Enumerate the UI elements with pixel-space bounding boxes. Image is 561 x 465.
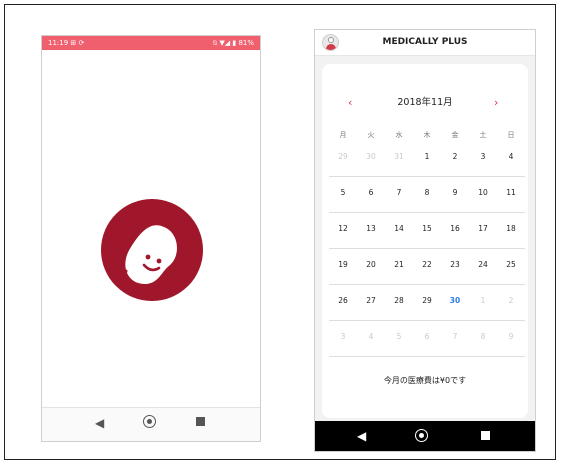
calendar-day[interactable]: 1	[469, 296, 497, 305]
status-bar: 11:19 ⊞ ⟳ ⍉ ▼◢ ▮ 81%	[42, 36, 260, 50]
calendar-week-row: 29 30 31 1 2 3 4	[329, 140, 525, 177]
calendar-day[interactable]: 3	[469, 152, 497, 161]
calendar-week-row: 3456789	[329, 320, 525, 357]
nav-bar: ◀	[315, 421, 535, 451]
weekday-label: 木	[423, 131, 431, 139]
status-battery: 81%	[238, 39, 254, 47]
calendar-week-row: 5 6 7 8 9 10 11	[329, 176, 525, 213]
calendar-day[interactable]: 24	[469, 260, 497, 269]
page-title: MEDICALLY PLUS	[382, 37, 468, 47]
calendar-day[interactable]: 26	[329, 296, 357, 305]
calendar-day[interactable]: 17	[469, 224, 497, 233]
calendar-week-row: 26 27 28 29 30 1 2	[329, 284, 525, 321]
calendar-day[interactable]: 3	[329, 332, 357, 341]
nav-bar: ◀	[42, 407, 260, 441]
calendar-day[interactable]: 11	[497, 188, 525, 197]
calendar-day[interactable]: 10	[469, 188, 497, 197]
calendar-day[interactable]: 4	[357, 332, 385, 341]
calendar-day[interactable]: 29	[329, 152, 357, 161]
calendar-day[interactable]: 20	[357, 260, 385, 269]
status-time: 11:19	[48, 39, 69, 47]
calendar-day[interactable]: 13	[357, 224, 385, 233]
app-logo-icon	[101, 199, 203, 301]
calendar-day[interactable]: 2	[497, 296, 525, 305]
calendar-day[interactable]: 5	[329, 188, 357, 197]
calendar-day-today[interactable]: 30	[441, 296, 469, 305]
calendar-day[interactable]: 22	[413, 260, 441, 269]
calendar-day[interactable]: 12	[329, 224, 357, 233]
back-icon[interactable]: ◀	[357, 429, 366, 443]
calendar-day[interactable]: 23	[441, 260, 469, 269]
calendar-day[interactable]: 31	[385, 152, 413, 161]
calendar-day[interactable]: 6	[413, 332, 441, 341]
weekday-label: 金	[451, 131, 459, 139]
calendar-phone: MEDICALLY PLUS ‹ 2018年11月 › 月 火 水 木 金 土 …	[314, 29, 536, 452]
calendar-day[interactable]: 30	[357, 152, 385, 161]
calendar-day[interactable]: 2	[441, 152, 469, 161]
calendar-day[interactable]: 1	[413, 152, 441, 161]
calendar-day[interactable]: 9	[441, 188, 469, 197]
month-header: ‹ 2018年11月 ›	[322, 94, 528, 112]
weekday-label: 日	[507, 131, 515, 139]
calendar-day[interactable]: 6	[357, 188, 385, 197]
calendar-card: ‹ 2018年11月 › 月 火 水 木 金 土 日 29 30 31 1 2 3 4 5 6 7…	[322, 64, 528, 418]
calendar-day[interactable]: 29	[413, 296, 441, 305]
monthly-cost-summary: 今月の医療費は¥0です	[383, 376, 467, 385]
calendar-day[interactable]: 8	[413, 188, 441, 197]
recents-icon[interactable]	[481, 431, 490, 440]
status-notification-icons: ⊞ ⟳	[70, 39, 85, 47]
splash-phone: 11:19 ⊞ ⟳ ⍉ ▼◢ ▮ 81% ◀	[41, 35, 261, 442]
status-signal-icons: ⍉ ▼◢ ▮	[212, 39, 237, 47]
calendar-day[interactable]: 15	[413, 224, 441, 233]
calendar-day[interactable]: 9	[497, 332, 525, 341]
next-month-icon[interactable]: ›	[494, 94, 498, 112]
calendar-day[interactable]: 25	[497, 260, 525, 269]
calendar-day[interactable]: 16	[441, 224, 469, 233]
calendar-day[interactable]: 28	[385, 296, 413, 305]
home-icon[interactable]	[415, 429, 428, 442]
calendar-day[interactable]: 8	[469, 332, 497, 341]
calendar-day[interactable]: 27	[357, 296, 385, 305]
calendar-day[interactable]: 5	[385, 332, 413, 341]
calendar-day[interactable]: 18	[497, 224, 525, 233]
back-icon[interactable]: ◀	[95, 416, 104, 430]
recents-icon[interactable]	[196, 417, 205, 426]
home-icon[interactable]	[143, 415, 156, 428]
weekday-label: 土	[479, 131, 487, 139]
app-bar: MEDICALLY PLUS	[315, 30, 535, 56]
calendar-week-row: 19 20 21 22 23 24 25	[329, 248, 525, 285]
calendar-day[interactable]: 14	[385, 224, 413, 233]
weekday-label: 月	[339, 131, 347, 139]
calendar-day[interactable]: 7	[385, 188, 413, 197]
calendar-day[interactable]: 4	[497, 152, 525, 161]
status-left: 11:19 ⊞ ⟳	[48, 36, 84, 50]
calendar-day[interactable]: 7	[441, 332, 469, 341]
calendar-day[interactable]: 21	[385, 260, 413, 269]
calendar-week-row: 12 13 14 15 16 17 18	[329, 212, 525, 249]
weekday-label: 火	[367, 131, 375, 139]
status-right: ⍉ ▼◢ ▮ 81%	[213, 36, 254, 50]
calendar-day[interactable]: 19	[329, 260, 357, 269]
weekday-label: 水	[395, 131, 403, 139]
